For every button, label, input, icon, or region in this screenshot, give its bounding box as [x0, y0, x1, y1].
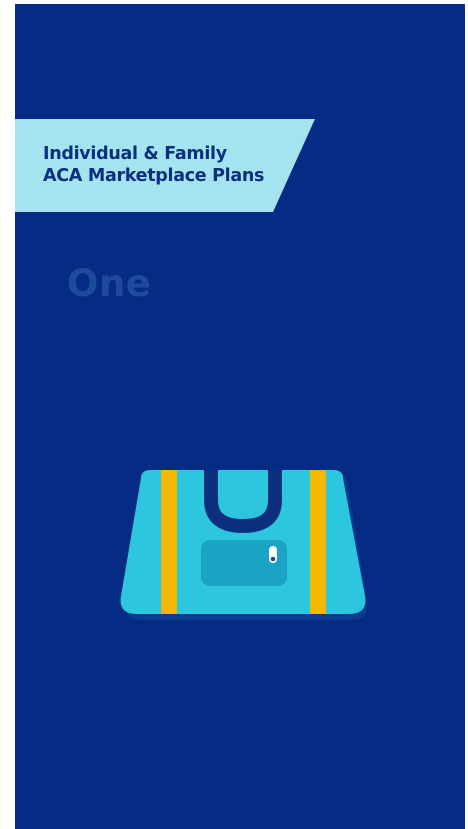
onboarding-screen: Individual & Family ACA Marketplace Plan… — [15, 4, 465, 829]
banner-title: Individual & Family ACA Marketplace Plan… — [43, 143, 264, 187]
duffel-bag-icon — [115, 464, 375, 634]
banner-line-2: ACA Marketplace Plans — [43, 166, 265, 186]
banner-line-1: Individual & Family — [43, 144, 227, 164]
step-label: One — [67, 262, 152, 305]
plan-type-banner: Individual & Family ACA Marketplace Plan… — [15, 119, 315, 212]
